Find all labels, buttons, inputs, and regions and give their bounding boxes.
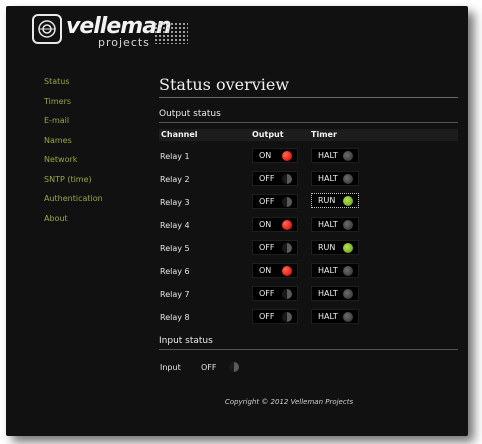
relay-2-output-state: OFF	[259, 174, 275, 183]
led-off-icon	[282, 311, 292, 322]
logo-subtitle: projects	[98, 36, 150, 49]
led-on-icon	[282, 265, 292, 276]
relay-1-output-state: ON	[259, 151, 272, 160]
relay-7-label: Relay 7	[160, 290, 190, 299]
relay-3-timer-state: RUN	[318, 196, 336, 205]
relay-3-output-state: OFF	[259, 197, 275, 206]
header-channel: Channel	[161, 130, 198, 139]
sidebar-nav: Status Timers E-mail Names Network SNTP …	[44, 72, 144, 228]
sidebar-item-about[interactable]: About	[44, 209, 144, 229]
led-off-icon	[282, 173, 292, 184]
led-run-icon	[343, 242, 353, 253]
relay-8-output-state: OFF	[259, 312, 275, 321]
relay-8-timer-toggle[interactable]: HALT	[311, 309, 359, 324]
header-timer: Timer	[311, 130, 337, 139]
sidebar-item-authentication[interactable]: Authentication	[44, 189, 144, 209]
relay-5-timer-toggle[interactable]: RUN	[311, 240, 359, 255]
relay-4-label: Relay 4	[160, 221, 190, 230]
relay-2-label: Relay 2	[160, 175, 190, 184]
output-section-heading: Output status	[159, 109, 458, 123]
page-title: Status overview	[159, 75, 458, 98]
copyright-footer: Copyright © 2012 Velleman Projects	[224, 398, 354, 406]
relay-5-label: Relay 5	[160, 244, 190, 253]
relay-8-output-toggle[interactable]: OFF	[252, 309, 298, 324]
relay-8-timer-state: HALT	[318, 312, 338, 321]
relay-1-timer-state: HALT	[318, 151, 338, 160]
relay-2-timer-state: HALT	[318, 174, 338, 183]
header-output: Output	[252, 130, 284, 139]
relay-4-output-state: ON	[259, 220, 272, 229]
relay-4-timer-toggle[interactable]: HALT	[311, 217, 359, 232]
led-run-icon	[343, 195, 353, 206]
relay-2-timer-toggle[interactable]: HALT	[311, 171, 359, 186]
relay-7-output-toggle[interactable]: OFF	[252, 286, 298, 301]
led-idle-icon	[343, 150, 353, 161]
led-on-icon	[282, 219, 292, 230]
velleman-logo: velleman projects	[32, 14, 202, 50]
led-idle-icon	[343, 173, 353, 184]
relay-5-output-toggle[interactable]: OFF	[252, 240, 298, 255]
sidebar-item-status[interactable]: Status	[44, 72, 144, 92]
relay-1-output-toggle[interactable]: ON	[252, 148, 298, 163]
sidebar-item-sntp[interactable]: SNTP (time)	[44, 170, 144, 190]
relay-3-label: Relay 3	[160, 198, 190, 207]
relay-3-timer-toggle[interactable]: RUN	[311, 193, 359, 208]
table-header: Channel Output Timer	[159, 129, 458, 141]
logo-dots-graphic	[154, 22, 188, 44]
relay-7-timer-state: HALT	[318, 289, 338, 298]
led-idle-icon	[343, 288, 353, 299]
relay-1-label: Relay 1	[160, 152, 190, 161]
led-idle-icon	[343, 265, 353, 276]
led-on-icon	[282, 150, 292, 161]
sidebar-item-names[interactable]: Names	[44, 131, 144, 151]
relay-6-timer-state: HALT	[318, 266, 338, 275]
sidebar-item-email[interactable]: E-mail	[44, 111, 144, 131]
relay-6-output-state: ON	[259, 266, 272, 275]
relay-7-timer-toggle[interactable]: HALT	[311, 286, 359, 301]
relay-8-label: Relay 8	[160, 313, 190, 322]
relay-5-output-state: OFF	[259, 243, 275, 252]
relay-3-output-toggle[interactable]: OFF	[252, 194, 298, 209]
relay-4-timer-state: HALT	[318, 220, 338, 229]
relay-7-output-state: OFF	[259, 289, 275, 298]
relay-6-label: Relay 6	[160, 267, 190, 276]
relay-4-output-toggle[interactable]: ON	[252, 217, 298, 232]
led-off-icon	[282, 242, 292, 253]
led-idle-icon	[343, 219, 353, 230]
relay-6-timer-toggle[interactable]: HALT	[311, 263, 359, 278]
led-off-icon	[282, 288, 292, 299]
relay-6-output-toggle[interactable]: ON	[252, 263, 298, 278]
seal-icon	[32, 14, 62, 44]
sidebar-item-network[interactable]: Network	[44, 150, 144, 170]
sidebar-item-timers[interactable]: Timers	[44, 92, 144, 112]
led-off-icon	[229, 362, 239, 372]
led-off-icon	[282, 196, 292, 207]
input-state: OFF	[201, 363, 217, 372]
relay-5-timer-state: RUN	[318, 243, 336, 252]
input-label: Input	[160, 363, 181, 372]
relay-2-output-toggle[interactable]: OFF	[252, 171, 298, 186]
relay-1-timer-toggle[interactable]: HALT	[311, 148, 359, 163]
input-section-heading: Input status	[159, 336, 458, 350]
led-idle-icon	[343, 311, 353, 322]
